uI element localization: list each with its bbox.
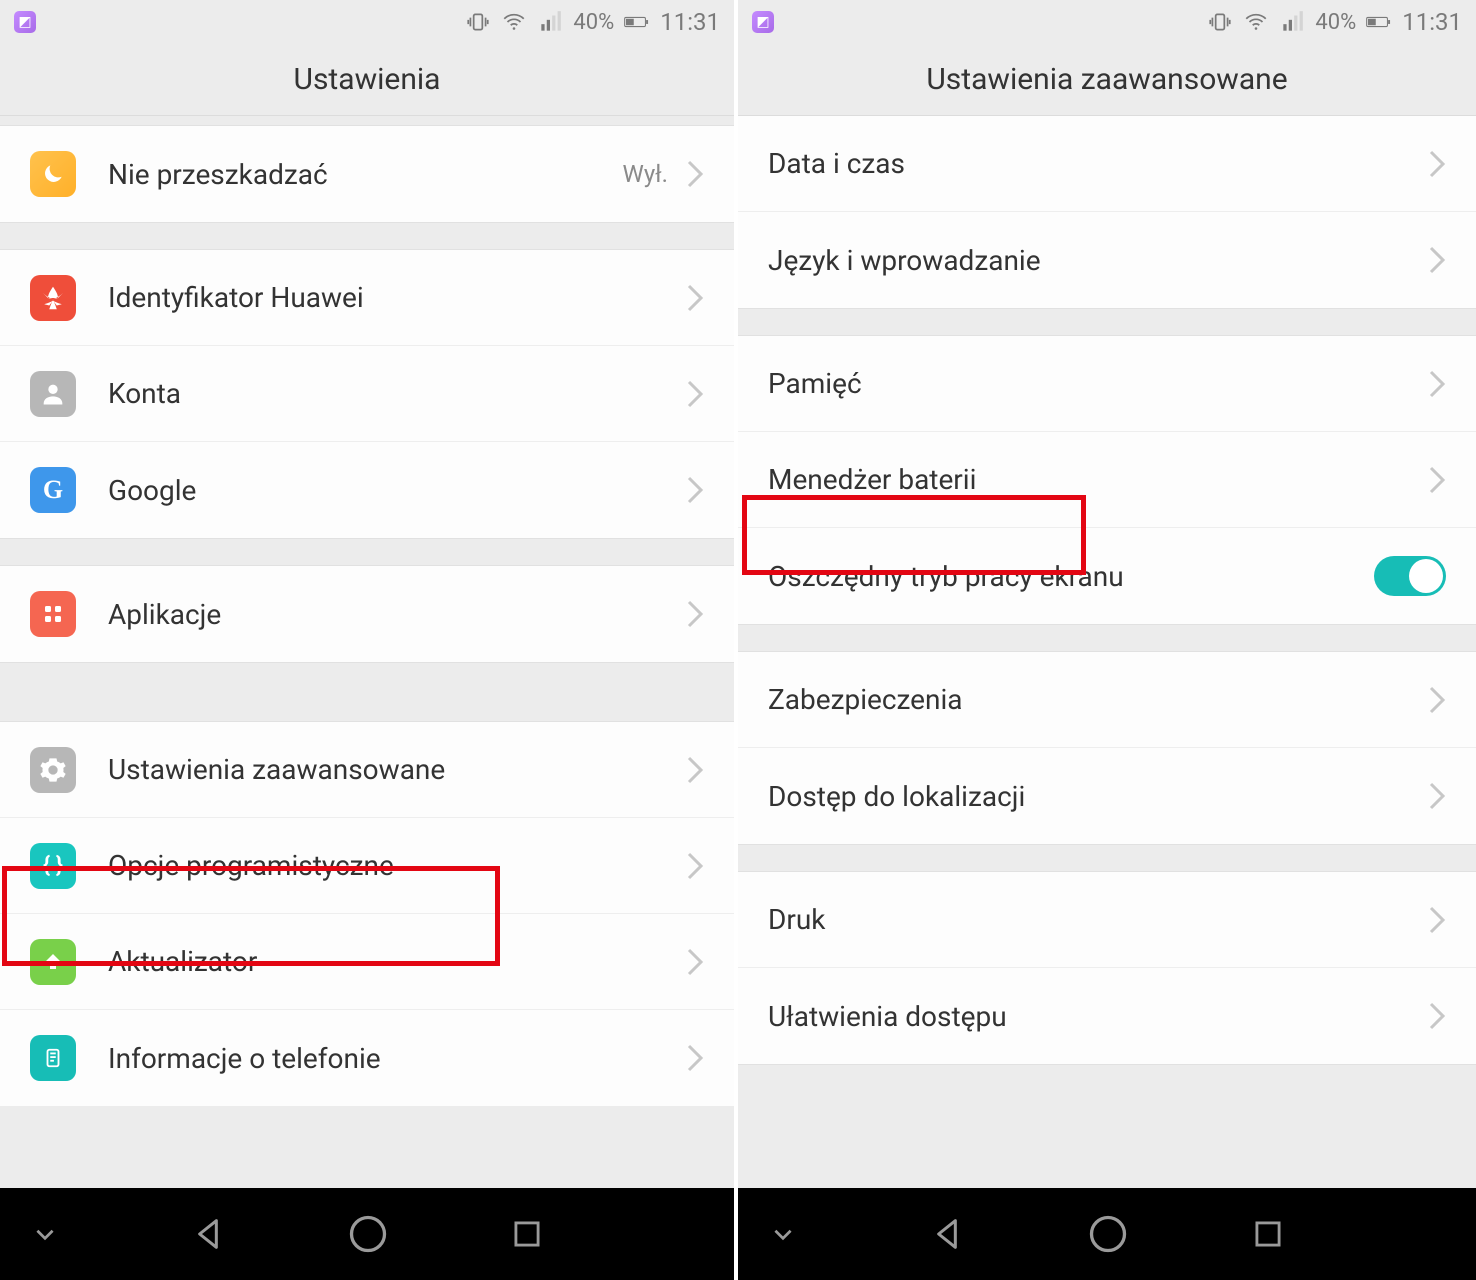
row-label: Menedżer baterii (768, 463, 1428, 496)
advanced-settings-list[interactable]: Data i czas Język i wprowadzanie Pamięć … (738, 116, 1476, 1188)
row-apps[interactable]: Aplikacje (0, 566, 734, 662)
arrow-up-icon (30, 939, 76, 985)
row-about-phone[interactable]: Informacje o telefonie (0, 1010, 734, 1106)
row-label: Druk (768, 903, 1428, 936)
row-memory[interactable]: Pamięć (738, 336, 1476, 432)
row-battery-manager[interactable]: Menedżer baterii (738, 432, 1476, 528)
navigation-bar (0, 1188, 734, 1280)
vibrate-icon (465, 9, 491, 35)
google-icon: G (30, 467, 76, 513)
chevron-right-icon (686, 379, 704, 409)
chevron-right-icon (1428, 369, 1446, 399)
chevron-right-icon (1428, 781, 1446, 811)
huawei-icon (30, 275, 76, 321)
row-label: Nie przeszkadzać (108, 158, 623, 191)
battery-percent: 40% (573, 10, 614, 35)
page-title: Ustawienia (0, 44, 734, 116)
row-label: Oszczędny tryb pracy ekranu (768, 560, 1374, 593)
chevron-right-icon (1428, 149, 1446, 179)
phone-settings-main: ◩ 40% 11:31 Ustawienia (0, 0, 738, 1280)
nav-chevron-down-icon[interactable] (758, 1221, 808, 1247)
navigation-bar (738, 1188, 1476, 1280)
chevron-right-icon (1428, 245, 1446, 275)
chevron-right-icon (686, 755, 704, 785)
chevron-right-icon (1428, 685, 1446, 715)
row-do-not-disturb[interactable]: Nie przeszkadzać Wył. (0, 126, 734, 222)
row-language-input[interactable]: Język i wprowadzanie (738, 212, 1476, 308)
page-title-text: Ustawienia zaawansowane (926, 62, 1287, 97)
vibrate-icon (1207, 9, 1233, 35)
row-print[interactable]: Druk (738, 872, 1476, 968)
notification-app-icon: ◩ (14, 11, 36, 33)
row-developer-options[interactable]: { } Opcje programistyczne (0, 818, 734, 914)
row-google[interactable]: G Google (0, 442, 734, 538)
battery-icon (624, 9, 650, 35)
row-label: Informacje o telefonie (108, 1042, 686, 1075)
clock: 11:31 (660, 8, 720, 36)
wifi-icon (1243, 9, 1269, 35)
battery-icon (1366, 9, 1392, 35)
status-bar: ◩ 40% 11:31 (0, 0, 734, 44)
chevron-right-icon (686, 599, 704, 629)
row-label: Aplikacje (108, 598, 686, 631)
wifi-icon (501, 9, 527, 35)
moon-icon (30, 151, 76, 197)
row-advanced-settings[interactable]: Ustawienia zaawansowane (0, 722, 734, 818)
power-saving-toggle[interactable] (1374, 556, 1446, 596)
chevron-right-icon (686, 851, 704, 881)
nav-home-button[interactable] (1086, 1212, 1130, 1256)
row-value: Wył. (623, 160, 668, 188)
phone-info-icon (30, 1035, 76, 1081)
braces-icon: { } (30, 843, 76, 889)
chevron-right-icon (686, 159, 704, 189)
chevron-right-icon (686, 475, 704, 505)
nav-back-button[interactable] (188, 1214, 228, 1254)
status-bar: ◩ 40% 11:31 (738, 0, 1476, 44)
page-title: Ustawienia zaawansowane (738, 44, 1476, 116)
phone-advanced-settings: ◩ 40% 11:31 Ustawienia zaawansowane Data… (738, 0, 1476, 1280)
row-power-saving-screen[interactable]: Oszczędny tryb pracy ekranu (738, 528, 1476, 624)
row-huawei-id[interactable]: Identyfikator Huawei (0, 250, 734, 346)
gear-icon (30, 747, 76, 793)
row-accessibility[interactable]: Ułatwienia dostępu (738, 968, 1476, 1064)
chevron-right-icon (686, 947, 704, 977)
row-security[interactable]: Zabezpieczenia (738, 652, 1476, 748)
row-label: Konta (108, 377, 686, 410)
row-label: Google (108, 474, 686, 507)
nav-recent-button[interactable] (1249, 1215, 1287, 1253)
chevron-right-icon (1428, 465, 1446, 495)
row-label: Opcje programistyczne (108, 849, 686, 882)
row-label: Zabezpieczenia (768, 683, 1428, 716)
chevron-right-icon (686, 283, 704, 313)
row-label: Język i wprowadzanie (768, 244, 1428, 277)
row-location-access[interactable]: Dostęp do lokalizacji (738, 748, 1476, 844)
user-icon (30, 371, 76, 417)
row-label: Data i czas (768, 147, 1428, 180)
signal-icon (537, 9, 563, 35)
row-label: Identyfikator Huawei (108, 281, 686, 314)
row-label: Ułatwienia dostępu (768, 1000, 1428, 1033)
row-accounts[interactable]: Konta (0, 346, 734, 442)
row-date-time[interactable]: Data i czas (738, 116, 1476, 212)
nav-recent-button[interactable] (508, 1215, 546, 1253)
chevron-right-icon (1428, 905, 1446, 935)
nav-back-button[interactable] (927, 1214, 967, 1254)
clock: 11:31 (1402, 8, 1462, 36)
signal-icon (1279, 9, 1305, 35)
settings-list[interactable]: Nie przeszkadzać Wył. Identyfikator Huaw… (0, 116, 734, 1188)
row-updater[interactable]: Aktualizator (0, 914, 734, 1010)
apps-icon (30, 591, 76, 637)
nav-chevron-down-icon[interactable] (20, 1221, 70, 1247)
row-label: Pamięć (768, 367, 1428, 400)
notification-app-icon: ◩ (752, 11, 774, 33)
chevron-right-icon (686, 1043, 704, 1073)
row-label: Dostęp do lokalizacji (768, 780, 1428, 813)
chevron-right-icon (1428, 1001, 1446, 1031)
nav-home-button[interactable] (346, 1212, 390, 1256)
battery-percent: 40% (1315, 10, 1356, 35)
row-label: Ustawienia zaawansowane (108, 753, 686, 786)
row-label: Aktualizator (108, 945, 686, 978)
page-title-text: Ustawienia (294, 62, 441, 97)
